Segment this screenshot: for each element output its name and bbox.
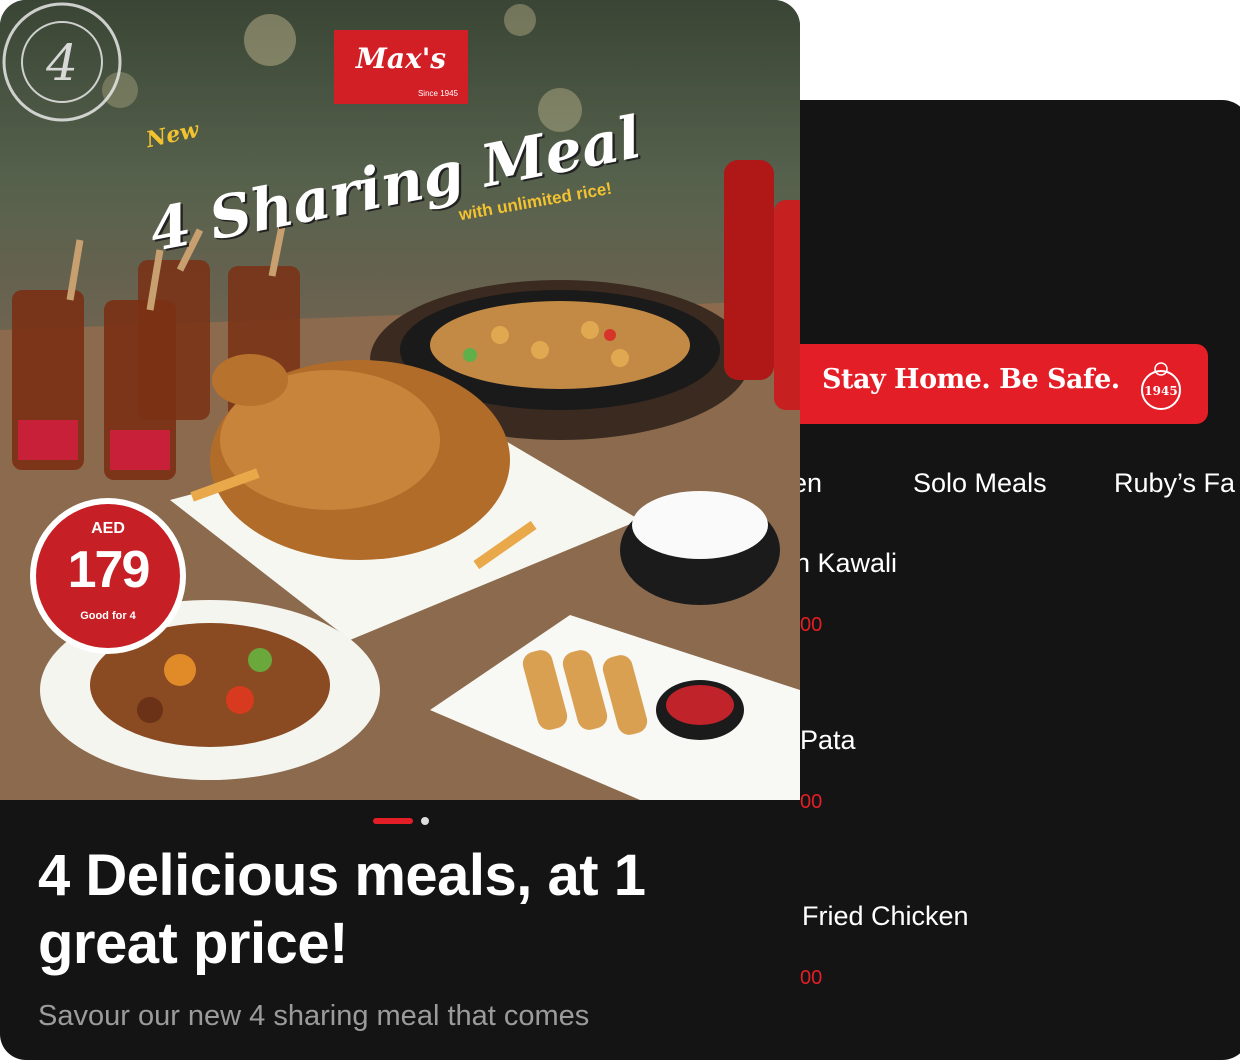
brand-since: Since 1945 [417,89,458,98]
promo-description: Savour our new 4 sharing meal that comes [38,1000,590,1032]
seal-year: 1945 [1144,384,1177,398]
price-amount: 179 [67,541,151,599]
carousel-dot-active[interactable] [373,818,413,824]
price-note: Good for 4 [80,610,136,622]
carousel-indicator [0,816,800,826]
menu-item-name: n Kawali [795,548,898,578]
brand-name: Max's [355,42,447,75]
price-badge: AED 179 Good for 4 [30,498,186,654]
promo-hero-image[interactable]: Max's Since 1945 New 4 Sharing Meal with… [0,0,800,800]
menu-item-price: 00 [800,791,823,813]
menu-item-price: 00 [800,967,823,989]
price-currency: AED [91,520,125,537]
promo-screen: Max's Since 1945 New 4 Sharing Meal with… [0,0,800,1060]
heritage-seal-icon: 1945 [1141,362,1181,410]
menu-item-price: 00 [800,614,823,636]
sharing-meal-stamp-icon: 4 [2,2,122,122]
menu-item-name: Fried Chicken [802,901,969,931]
maxs-logo: Max's Since 1945 [334,30,468,104]
menu-item-name: Pata [800,725,856,755]
tab-solo-meals[interactable]: Solo Meals [913,468,1047,499]
stamp-number: 4 [45,34,78,92]
condiment-bottles [724,160,800,410]
carousel-dot[interactable] [421,817,429,825]
tab-rubys-favorites[interactable]: Ruby’s Fa [1114,468,1235,499]
promo-headline: 4 Delicious meals, at 1 great price! [38,843,646,976]
banner-text: Stay Home. Be Safe. [822,364,1120,395]
rice-bowl [620,491,780,605]
